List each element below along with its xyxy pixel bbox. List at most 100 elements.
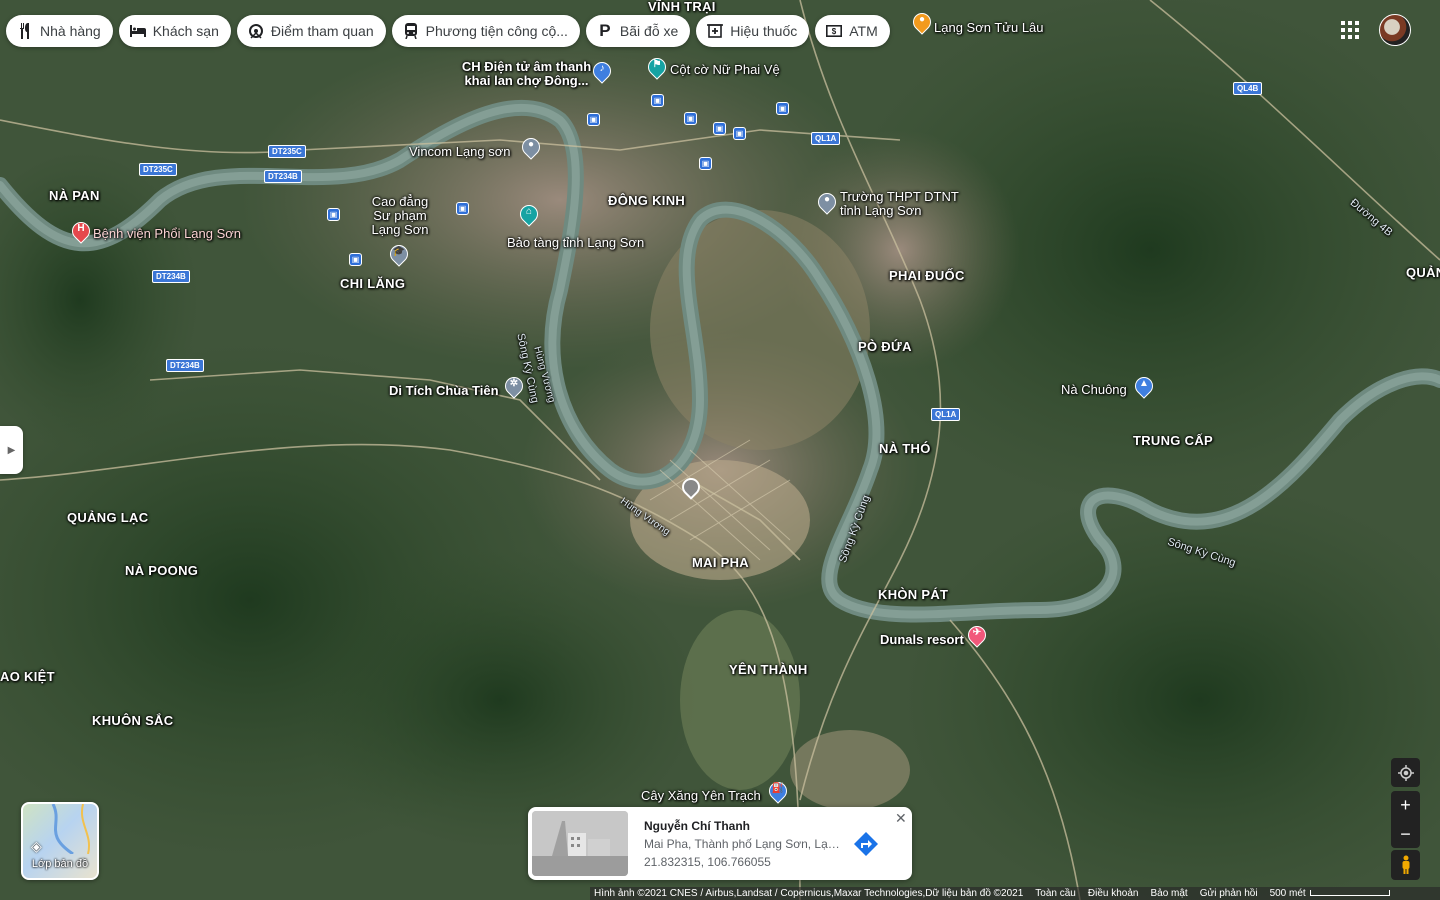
label-khon-pat: KHÒN PÁT (878, 587, 949, 602)
chip-label: Hiệu thuốc (730, 23, 798, 39)
road-shield: QL1A (811, 132, 841, 145)
directions-arrow-icon (854, 832, 878, 856)
poi-label-benh-vien[interactable]: Bệnh viện Phổi Lạng Sơn (93, 227, 241, 241)
bus-stop-icon[interactable]: ▣ (456, 202, 469, 215)
bus-stop-icon[interactable]: ▣ (684, 112, 697, 125)
restaurant-pin-icon[interactable]: ● (909, 9, 935, 37)
bus-stop-icon[interactable]: ▣ (327, 208, 340, 221)
zoom-in-button[interactable]: + (1391, 791, 1420, 820)
my-location-button[interactable] (1391, 758, 1420, 787)
chip-atm[interactable]: $ ATM (815, 15, 890, 47)
label-quang-lac: QUẢNG LẠC (67, 510, 149, 525)
poi-label-chua-tien[interactable]: Di Tích Chùa Tiên (389, 384, 499, 398)
chip-label: Phương tiện công cộ... (425, 23, 568, 39)
chip-attractions[interactable]: Điểm tham quan (236, 15, 386, 47)
bus-stop-icon[interactable]: ▣ (651, 94, 664, 107)
road-shield: DT234B (166, 359, 204, 372)
poi-label-na-chuong[interactable]: Nà Chuông (1061, 383, 1127, 397)
place-address: Mai Pha, Thành phố Lạng Sơn, Lạng Sơn (644, 837, 844, 851)
road-shield: QL4B (1233, 82, 1263, 95)
label-trung-cap: TRUNG CẤP (1133, 433, 1213, 448)
link-privacy[interactable]: Bảo mật (1146, 888, 1195, 899)
layers-button[interactable]: ◈ Lớp bản đồ (21, 802, 99, 880)
bed-icon (129, 22, 147, 40)
poi-label-cot-co[interactable]: Cột cờ Nữ Phai Vệ (670, 63, 780, 77)
fork-knife-icon (16, 22, 34, 40)
label-phai-duoc: PHAI ĐUỐC (889, 268, 965, 283)
pegman-icon (1402, 855, 1409, 874)
plus-icon: + (1400, 795, 1411, 815)
road-shield: QL1A (931, 408, 961, 421)
chip-label: Điểm tham quan (270, 23, 374, 39)
poi-label-ch-dien-tu[interactable]: CH Điện tử âm thanh khai lan chợ Đông... (459, 60, 594, 88)
bus-stop-icon[interactable]: ▣ (699, 157, 712, 170)
temple-pin-icon[interactable]: ✲ (501, 373, 527, 401)
account-avatar[interactable] (1379, 14, 1411, 46)
atm-icon: $ (825, 22, 843, 40)
link-global[interactable]: Toàn cầu (1031, 888, 1084, 899)
scale-line (1309, 890, 1390, 896)
poi-label-vincom[interactable]: Vincom Lạng sơn (409, 145, 511, 159)
bus-stop-icon[interactable]: ▣ (733, 127, 746, 140)
pharmacy-icon (706, 22, 724, 40)
svg-text:$: $ (832, 27, 837, 36)
scale-label: 500 mét (1269, 888, 1306, 899)
label-na-poong: NÀ POONG (125, 563, 199, 578)
poi-label-dunals[interactable]: Dunals resort (880, 633, 964, 647)
label-na-tho: NÀ THÓ (879, 441, 931, 456)
label-po-dua: PÒ ĐỨA (858, 339, 912, 354)
chip-hotels[interactable]: Khách sạn (118, 15, 231, 47)
apps-grid-icon[interactable] (1341, 21, 1359, 39)
chip-label: Khách sạn (152, 23, 219, 39)
school-pin-icon[interactable]: ● (814, 189, 840, 217)
expand-side-panel-button[interactable]: ▶ (0, 426, 23, 474)
label-dong-kinh: ĐÔNG KINH (608, 193, 686, 208)
poi-label-truong-thpt[interactable]: Trường THPT DTNT tỉnh Lạng Sơn (840, 190, 980, 218)
place-thumbnail[interactable] (532, 811, 628, 876)
bus-stop-icon[interactable]: ▣ (587, 113, 600, 126)
road-shield: DT234B (152, 270, 190, 283)
school-pin-icon[interactable]: 🎓 (386, 241, 412, 269)
street-view-pegman-button[interactable] (1391, 850, 1420, 880)
shopping-pin-icon[interactable]: ♪ (589, 58, 615, 86)
label-chi-lang: CHI LĂNG (340, 276, 406, 291)
poi-label-cao-dang[interactable]: Cao đẳng Sư phạm Lạng Sơn (366, 195, 434, 237)
label-quan: QUẢN (1406, 265, 1440, 280)
satellite-map[interactable]: NÀ PAN CHI LĂNG ĐÔNG KINH PHAI ĐUỐC PÒ Đ… (0, 0, 1440, 900)
bus-stop-icon[interactable]: ▣ (713, 122, 726, 135)
shopping-bag-pin-icon[interactable]: ▲ (1131, 373, 1157, 401)
road-shield: DT235C (268, 145, 306, 158)
parking-icon: P (599, 21, 611, 40)
landmark-pin-icon[interactable]: ⚑ (644, 54, 670, 82)
bus-stop-icon[interactable]: ▣ (349, 253, 362, 266)
place-name: Nguyễn Chí Thanh (644, 819, 750, 833)
resort-pin-icon[interactable]: ✈ (964, 622, 990, 650)
poi-label-cay-xang[interactable]: Cây Xăng Yên Trạch (641, 789, 761, 803)
link-feedback[interactable]: Gửi phản hồi (1196, 888, 1266, 899)
label-mai-pha: MAI PHA (692, 555, 749, 570)
museum-pin-icon[interactable]: ⌂ (516, 201, 542, 229)
chip-pharmacy[interactable]: Hiệu thuốc (696, 15, 810, 47)
gas-station-pin-icon[interactable]: ⛽ (765, 778, 791, 806)
place-info-card[interactable]: Nguyễn Chí Thanh Mai Pha, Thành phố Lạng… (528, 807, 912, 880)
hospital-pin-icon[interactable]: H (68, 218, 94, 246)
crosshair-icon (1397, 764, 1414, 781)
imagery-attribution: Hình ảnh ©2021 CNES / Airbus,Landsat / C… (594, 888, 1024, 899)
bus-stop-icon[interactable]: ▣ (776, 102, 789, 115)
close-card-button[interactable]: ✕ (895, 810, 907, 827)
selected-location-marker-icon[interactable] (678, 474, 704, 502)
place-pin-icon[interactable]: ● (518, 134, 544, 162)
chip-transit[interactable]: Phương tiện công cộ... (391, 15, 580, 47)
chip-restaurants[interactable]: Nhà hàng (6, 15, 113, 47)
poi-label-bao-tang[interactable]: Bảo tàng tỉnh Lạng Sơn (507, 236, 644, 250)
link-terms[interactable]: Điều khoản (1084, 888, 1147, 899)
label-ao-kiet: AO KIỆT (0, 669, 55, 684)
chip-parking[interactable]: P Bãi đỗ xe (585, 15, 691, 47)
poi-label-tuu-lau[interactable]: Lạng Sơn Tửu Lâu (934, 21, 1044, 35)
scale-bar[interactable]: 500 mét (1266, 888, 1398, 899)
road-shield: DT235C (139, 163, 177, 176)
zoom-out-button[interactable]: − (1391, 820, 1420, 848)
label-khuon-sac: KHUÔN SẮC (92, 713, 174, 728)
directions-button[interactable] (852, 830, 880, 858)
attraction-icon (247, 22, 265, 40)
